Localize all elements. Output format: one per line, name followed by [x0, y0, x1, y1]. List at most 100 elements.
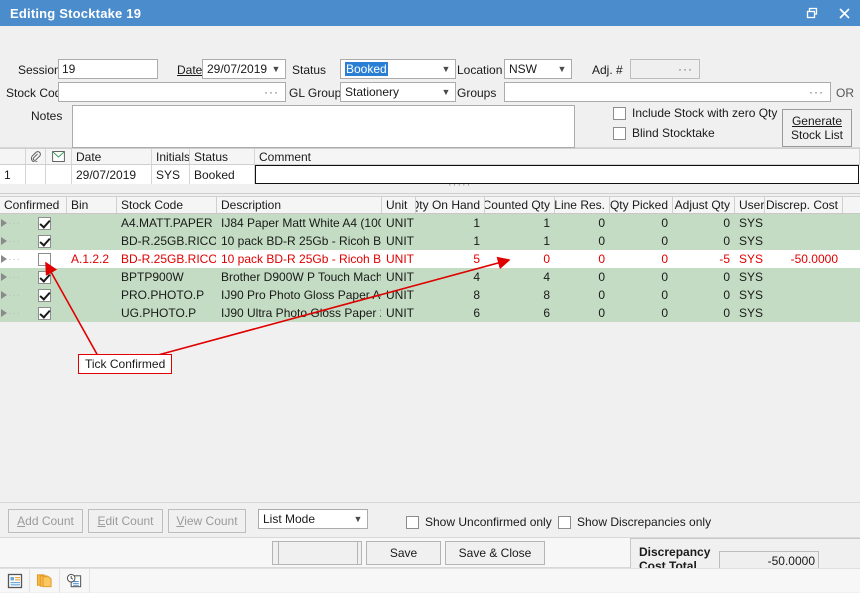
col-stock-code[interactable]: Stock Code [117, 197, 217, 213]
cell-description: 10 pack BD-R 25Gb - Ricoh Brand [217, 232, 382, 250]
include-zero-qty-checkbox[interactable] [613, 107, 626, 120]
session-col-status[interactable]: Status [190, 149, 255, 164]
notes-textarea[interactable] [72, 105, 575, 148]
col-user[interactable]: User [735, 197, 765, 213]
grid-actions-bar: Add Count Edit Count View Count List Mod… [0, 502, 860, 538]
cell-qty-on-hand: 6 [416, 304, 485, 322]
show-discrepancies-row[interactable]: Show Discrepancies only [558, 515, 711, 529]
blind-stocktake-checkbox[interactable] [613, 127, 626, 140]
save-label: Save [390, 546, 417, 560]
status-dropdown[interactable]: Booked ▼ [340, 59, 456, 79]
save-button[interactable]: Save [366, 541, 441, 565]
include-zero-qty-row[interactable]: Include Stock with zero Qty [613, 106, 777, 120]
confirmed-checkbox[interactable] [38, 271, 51, 284]
ellipsis-icon[interactable]: ··· [809, 85, 827, 99]
location-dropdown[interactable]: NSW ▼ [504, 59, 572, 79]
confirmed-checkbox[interactable] [38, 235, 51, 248]
col-confirmed[interactable]: Confirmed [0, 197, 67, 213]
list-mode-value: List Mode [263, 512, 315, 526]
report-icon[interactable] [0, 569, 30, 593]
cell-adjust-qty: 0 [673, 286, 735, 304]
gl-group-dropdown[interactable]: Stationery ▼ [340, 82, 456, 102]
session-row-comment-input[interactable] [255, 165, 859, 184]
generate-line-1: Generate [792, 114, 842, 128]
session-input[interactable]: 19 [58, 59, 158, 79]
date-value: 29/07/2019 [207, 62, 267, 76]
cell-stock-code: BD-R.25GB.RICOH [117, 250, 217, 268]
cell-adjust-qty: -5 [673, 250, 735, 268]
close-icon[interactable] [828, 0, 860, 26]
cell-confirmed[interactable] [22, 214, 67, 232]
cell-confirmed[interactable] [22, 304, 67, 322]
table-row[interactable]: ···BD-R.25GB.RICOH10 pack BD-R 25Gb - Ri… [0, 232, 860, 250]
cell-discrep-cost [765, 268, 843, 286]
chevron-down-icon: ▼ [351, 515, 365, 524]
session-row-number: 1 [0, 165, 26, 184]
row-expander-icon[interactable]: ··· [0, 232, 22, 250]
cell-adjust-qty: 0 [673, 214, 735, 232]
cell-confirmed[interactable] [22, 250, 67, 268]
cell-stock-code: UG.PHOTO.P [117, 304, 217, 322]
confirmed-checkbox[interactable] [38, 253, 51, 266]
session-col-date[interactable]: Date [72, 149, 152, 164]
col-description[interactable]: Description [217, 197, 382, 213]
show-unconfirmed-checkbox[interactable] [406, 516, 419, 529]
session-col-comment[interactable]: Comment [255, 149, 860, 164]
row-expander-icon[interactable]: ··· [0, 286, 22, 304]
session-col-initials[interactable]: Initials [152, 149, 190, 164]
date-picker[interactable]: 29/07/2019 ▼ [202, 59, 286, 79]
confirmed-checkbox[interactable] [38, 307, 51, 320]
groups-input[interactable]: ··· [504, 82, 831, 102]
location-value: NSW [509, 62, 537, 76]
restore-icon[interactable] [796, 0, 828, 26]
view-count-button[interactable]: View Count [168, 509, 246, 533]
chevron-down-icon: ▼ [555, 65, 569, 74]
history-document-icon[interactable] [60, 569, 90, 593]
blind-stocktake-row[interactable]: Blind Stocktake [613, 126, 715, 140]
table-row[interactable]: ··· BPTP900WBrother D900W P Touch Machine… [0, 268, 860, 286]
row-expander-icon[interactable]: ··· [0, 304, 22, 322]
confirmed-checkbox[interactable] [38, 217, 51, 230]
cell-confirmed[interactable] [22, 286, 67, 304]
cell-confirmed[interactable] [22, 268, 67, 286]
confirmed-checkbox[interactable] [38, 289, 51, 302]
list-mode-dropdown[interactable]: List Mode ▼ [258, 509, 368, 529]
show-unconfirmed-row[interactable]: Show Unconfirmed only [406, 515, 552, 529]
col-unit[interactable]: Unit [382, 197, 416, 213]
session-row-initials: SYS [152, 165, 190, 184]
add-count-button[interactable]: Add Count [8, 509, 83, 533]
cell-description: Brother D900W P Touch Machine [217, 268, 382, 286]
status-value: Booked [345, 62, 388, 76]
col-counted-qty[interactable]: Counted Qty [485, 197, 555, 213]
session-row-attachment[interactable] [26, 165, 46, 184]
cell-discrep-cost: -50.0000 [765, 250, 843, 268]
table-row[interactable]: ···PRO.PHOTO.PIJ90 Pro Photo Gloss Paper… [0, 286, 860, 304]
blind-stocktake-label: Blind Stocktake [632, 126, 715, 140]
row-expander-icon[interactable]: ··· [0, 214, 22, 232]
cell-stock-code: BPTP900W [117, 268, 217, 286]
edit-count-button[interactable]: Edit Count [88, 509, 163, 533]
adj-number-input[interactable]: ··· [630, 59, 700, 79]
ellipsis-icon[interactable]: ··· [264, 85, 282, 99]
cell-user: SYS [735, 250, 765, 268]
col-qty-picked[interactable]: Qty Picked [610, 197, 673, 213]
stock-code-input[interactable]: ··· [58, 82, 286, 102]
cell-confirmed[interactable] [22, 232, 67, 250]
col-discrep-cost[interactable]: Discrep. Cost [765, 197, 843, 213]
table-row[interactable]: ···UG.PHOTO.PIJ90 Ultra Photo Gloss Pape… [0, 304, 860, 322]
session-row-note[interactable] [46, 165, 72, 184]
ellipsis-icon[interactable]: ··· [678, 62, 696, 76]
generate-stock-list-button[interactable]: Generate Stock List [782, 109, 852, 147]
row-expander-icon[interactable]: ··· [0, 268, 22, 286]
save-and-close-button[interactable]: Save & Close [445, 541, 545, 565]
row-expander-icon[interactable]: ··· [0, 250, 22, 268]
col-line-res[interactable]: Line Res. [555, 197, 610, 213]
show-discrepancies-checkbox[interactable] [558, 516, 571, 529]
table-row[interactable]: ···A4.MATT.PAPERIJ84 Paper Matt White A4… [0, 214, 860, 232]
col-qty-on-hand[interactable]: Qty On Hand [416, 197, 485, 213]
session-grid-row[interactable]: 1 29/07/2019 SYS Booked [0, 165, 860, 184]
table-row[interactable]: ···A.1.2.2BD-R.25GB.RICOH10 pack BD-R 25… [0, 250, 860, 268]
copy-pages-icon[interactable] [30, 569, 60, 593]
col-adjust-qty[interactable]: Adjust Qty [673, 197, 735, 213]
col-bin[interactable]: Bin [67, 197, 117, 213]
